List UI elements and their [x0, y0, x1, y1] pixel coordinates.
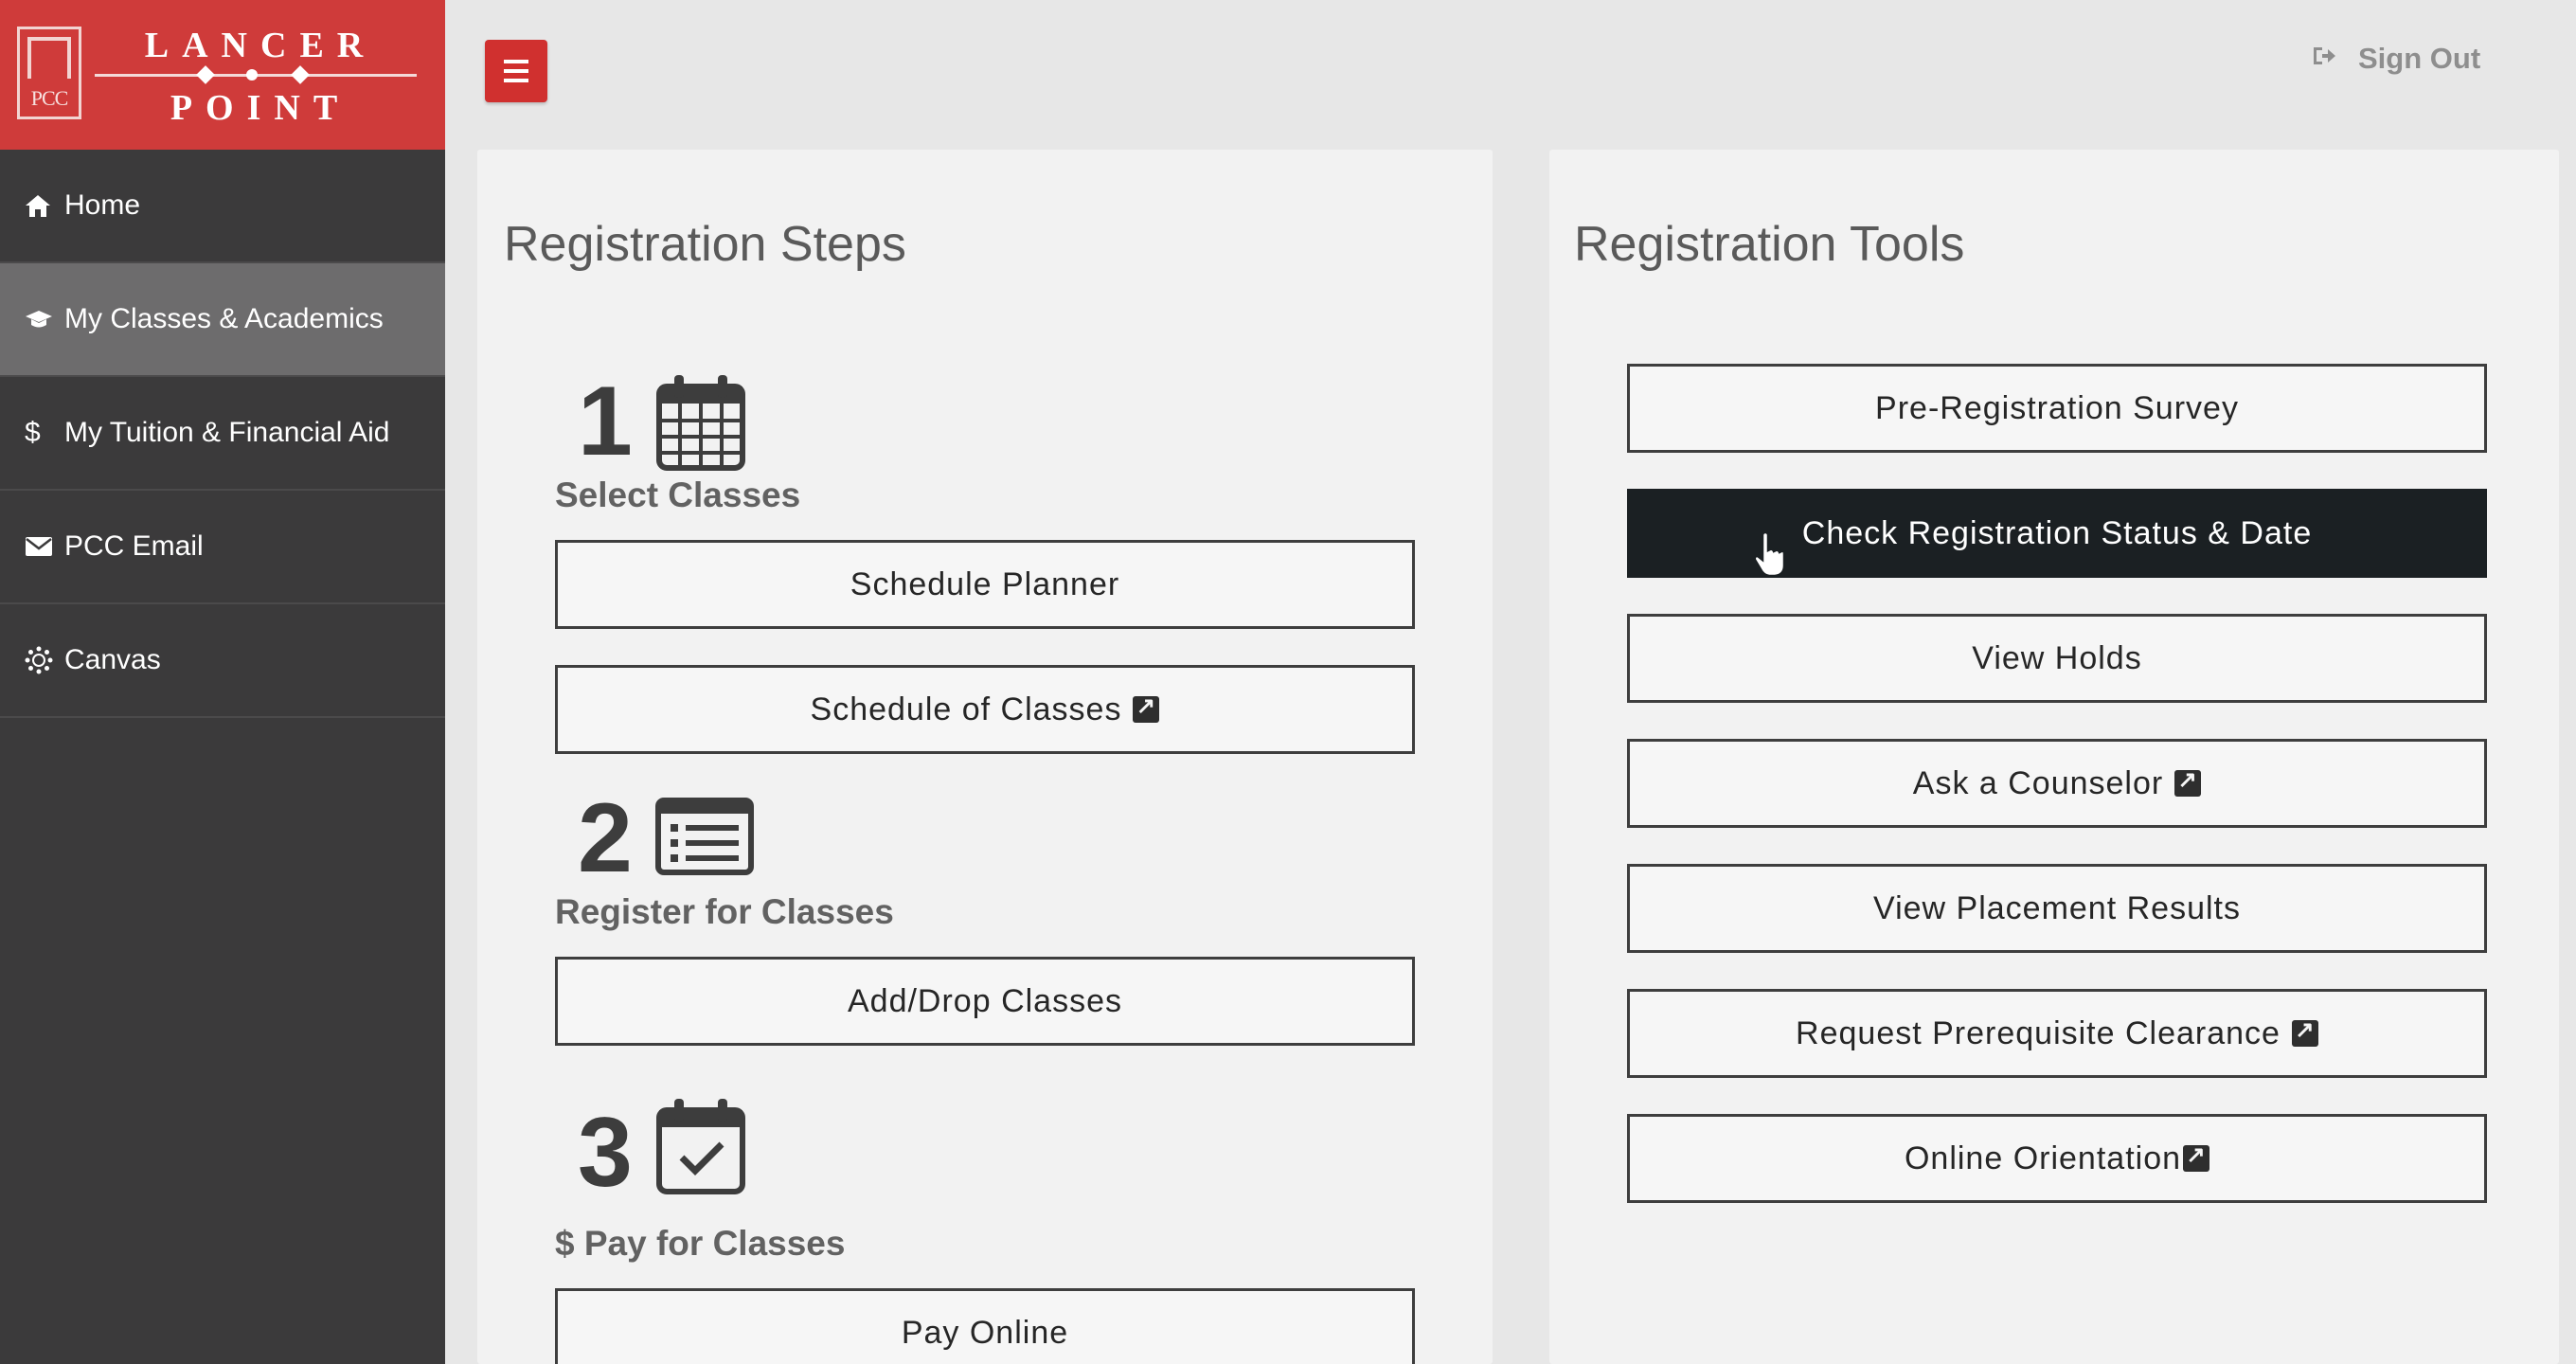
sign-out-icon — [2311, 44, 2337, 74]
view-holds-button[interactable]: View Holds — [1627, 614, 2487, 703]
sidebar-item-my-classes[interactable]: My Classes & Academics — [0, 263, 445, 377]
sidebar-item-canvas[interactable]: Canvas — [0, 604, 445, 718]
button-label: Schedule of Classes — [810, 691, 1122, 727]
logo-text-top: LANCER — [144, 26, 377, 65]
pcc-crest-icon: PCC — [17, 27, 81, 119]
dollar-icon: $ — [25, 417, 41, 448]
add-drop-classes-button[interactable]: Add/Drop Classes — [555, 957, 1415, 1046]
button-label: Ask a Counselor — [1912, 764, 2164, 801]
check-registration-status-button[interactable]: Check Registration Status & Date — [1627, 489, 2487, 578]
step-3-number: 3 — [578, 1098, 633, 1208]
pay-online-button[interactable]: Pay Online — [555, 1288, 1415, 1364]
registration-tools-panel: Registration Tools Pre-Registration Surv… — [1549, 150, 2559, 1364]
button-label: Pay Online — [901, 1314, 1069, 1351]
canvas-icon — [25, 646, 63, 674]
view-placement-results-button[interactable]: View Placement Results — [1627, 864, 2487, 953]
step-1-label: Select Classes — [555, 476, 801, 514]
button-label: Online Orientation — [1904, 1140, 2182, 1176]
pre-registration-survey-button[interactable]: Pre-Registration Survey — [1627, 364, 2487, 453]
step-3-label: $ Pay for Classes — [555, 1224, 846, 1263]
button-label: Add/Drop Classes — [847, 982, 1122, 1019]
button-label: Pre-Registration Survey — [1875, 389, 2239, 426]
calendar-check-icon — [655, 1097, 746, 1200]
button-label: View Holds — [1972, 639, 2142, 676]
external-link-icon — [1133, 692, 1160, 723]
sidebar-item-label: My Classes & Academics — [64, 303, 384, 334]
logo-text-bottom: POINT — [170, 88, 351, 128]
logo-dot — [246, 69, 258, 81]
menu-bar — [504, 69, 528, 73]
lancer-point-logo[interactable]: PCC LANCER POINT — [0, 0, 445, 150]
registration-steps-title: Registration Steps — [504, 217, 906, 272]
sidebar-item-label: My Tuition & Financial Aid — [64, 417, 390, 448]
graduation-cap-icon — [25, 309, 63, 330]
sidebar-item-tuition[interactable]: $ My Tuition & Financial Aid — [0, 377, 445, 491]
step-2-number: 2 — [578, 783, 633, 893]
menu-bar — [504, 79, 528, 82]
online-orientation-button[interactable]: Online Orientation — [1627, 1114, 2487, 1203]
hamburger-menu-button[interactable] — [485, 40, 547, 102]
home-icon — [25, 193, 63, 218]
ask-a-counselor-button[interactable]: Ask a Counselor — [1627, 739, 2487, 828]
schedule-of-classes-button[interactable]: Schedule of Classes — [555, 665, 1415, 754]
schedule-planner-button[interactable]: Schedule Planner — [555, 540, 1415, 629]
registration-tools-title: Registration Tools — [1574, 217, 1965, 272]
sign-out-link[interactable]: Sign Out — [2311, 42, 2480, 76]
sidebar-item-label: Home — [64, 189, 141, 221]
external-link-icon — [2174, 766, 2202, 797]
button-label: Schedule Planner — [850, 565, 1120, 602]
external-link-icon — [2183, 1141, 2210, 1172]
request-prerequisite-clearance-button[interactable]: Request Prerequisite Clearance — [1627, 989, 2487, 1078]
menu-bar — [504, 60, 528, 63]
sign-out-label: Sign Out — [2358, 42, 2481, 75]
button-label: Request Prerequisite Clearance — [1796, 1014, 2281, 1051]
sidebar-item-email[interactable]: PCC Email — [0, 491, 445, 604]
button-label: View Placement Results — [1873, 889, 2241, 926]
list-icon — [655, 798, 754, 880]
hand-cursor-icon — [1753, 531, 1786, 578]
step-2-label: Register for Classes — [555, 892, 894, 931]
sidebar-item-label: Canvas — [64, 644, 161, 675]
calendar-grid-icon — [655, 373, 746, 476]
sidebar-item-label: PCC Email — [64, 530, 204, 562]
sidebar: PCC LANCER POINT Home My Classes & Acade… — [0, 0, 445, 1364]
registration-steps-panel: Registration Steps 1 Select Classes Sche… — [477, 150, 1493, 1364]
step-1-number: 1 — [578, 367, 633, 476]
envelope-icon — [25, 536, 63, 557]
sidebar-item-home[interactable]: Home — [0, 150, 445, 263]
external-link-icon — [2291, 1016, 2318, 1047]
button-label: Check Registration Status & Date — [1801, 514, 2313, 551]
